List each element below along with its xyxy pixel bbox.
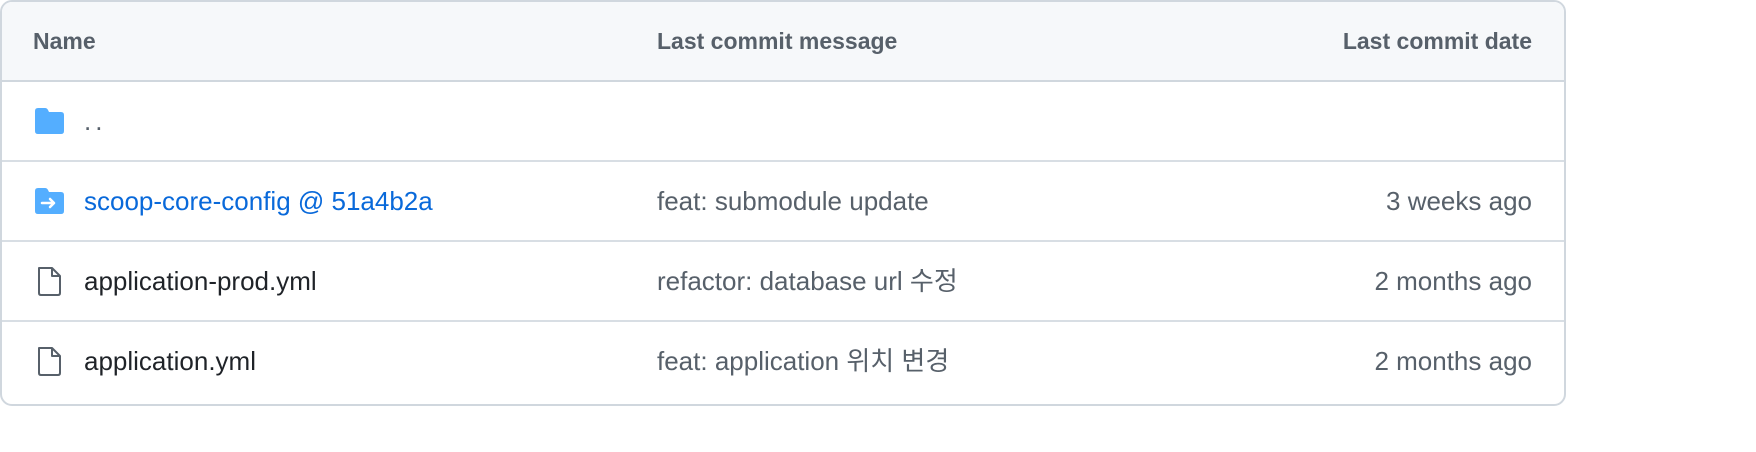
table-row-file[interactable]: application-prod.yml refactor: database … xyxy=(2,242,1564,322)
commit-date: 2 months ago xyxy=(1374,266,1532,296)
header-last-commit-date: Last commit date xyxy=(1342,28,1532,54)
header-name: Name xyxy=(33,28,96,54)
commit-message-link[interactable]: feat: submodule update xyxy=(657,162,929,240)
table-row-parent-directory[interactable]: .. xyxy=(2,82,1564,162)
commit-date: 2 months ago xyxy=(1374,346,1532,376)
file-table: Name Last commit message Last commit dat… xyxy=(0,0,1566,406)
commit-message-link[interactable]: refactor: database url 수정 xyxy=(657,242,958,320)
commit-message-link[interactable]: feat: application 위치 변경 xyxy=(657,322,949,400)
file-link[interactable]: application.yml xyxy=(84,322,256,400)
submodule-link[interactable]: scoop-core-config @ 51a4b2a xyxy=(84,162,433,240)
header-last-commit-message: Last commit message xyxy=(657,28,898,54)
submodule-folder-icon xyxy=(33,187,65,215)
commit-date: 3 weeks ago xyxy=(1386,186,1532,216)
file-link[interactable]: application-prod.yml xyxy=(84,242,317,320)
file-icon xyxy=(33,267,65,296)
table-header: Name Last commit message Last commit dat… xyxy=(2,2,1564,82)
file-icon xyxy=(33,347,65,376)
folder-icon xyxy=(33,107,65,135)
table-row-submodule[interactable]: scoop-core-config @ 51a4b2a feat: submod… xyxy=(2,162,1564,242)
parent-directory-link[interactable]: .. xyxy=(84,82,106,160)
table-row-file[interactable]: application.yml feat: application 위치 변경 … xyxy=(2,322,1564,400)
